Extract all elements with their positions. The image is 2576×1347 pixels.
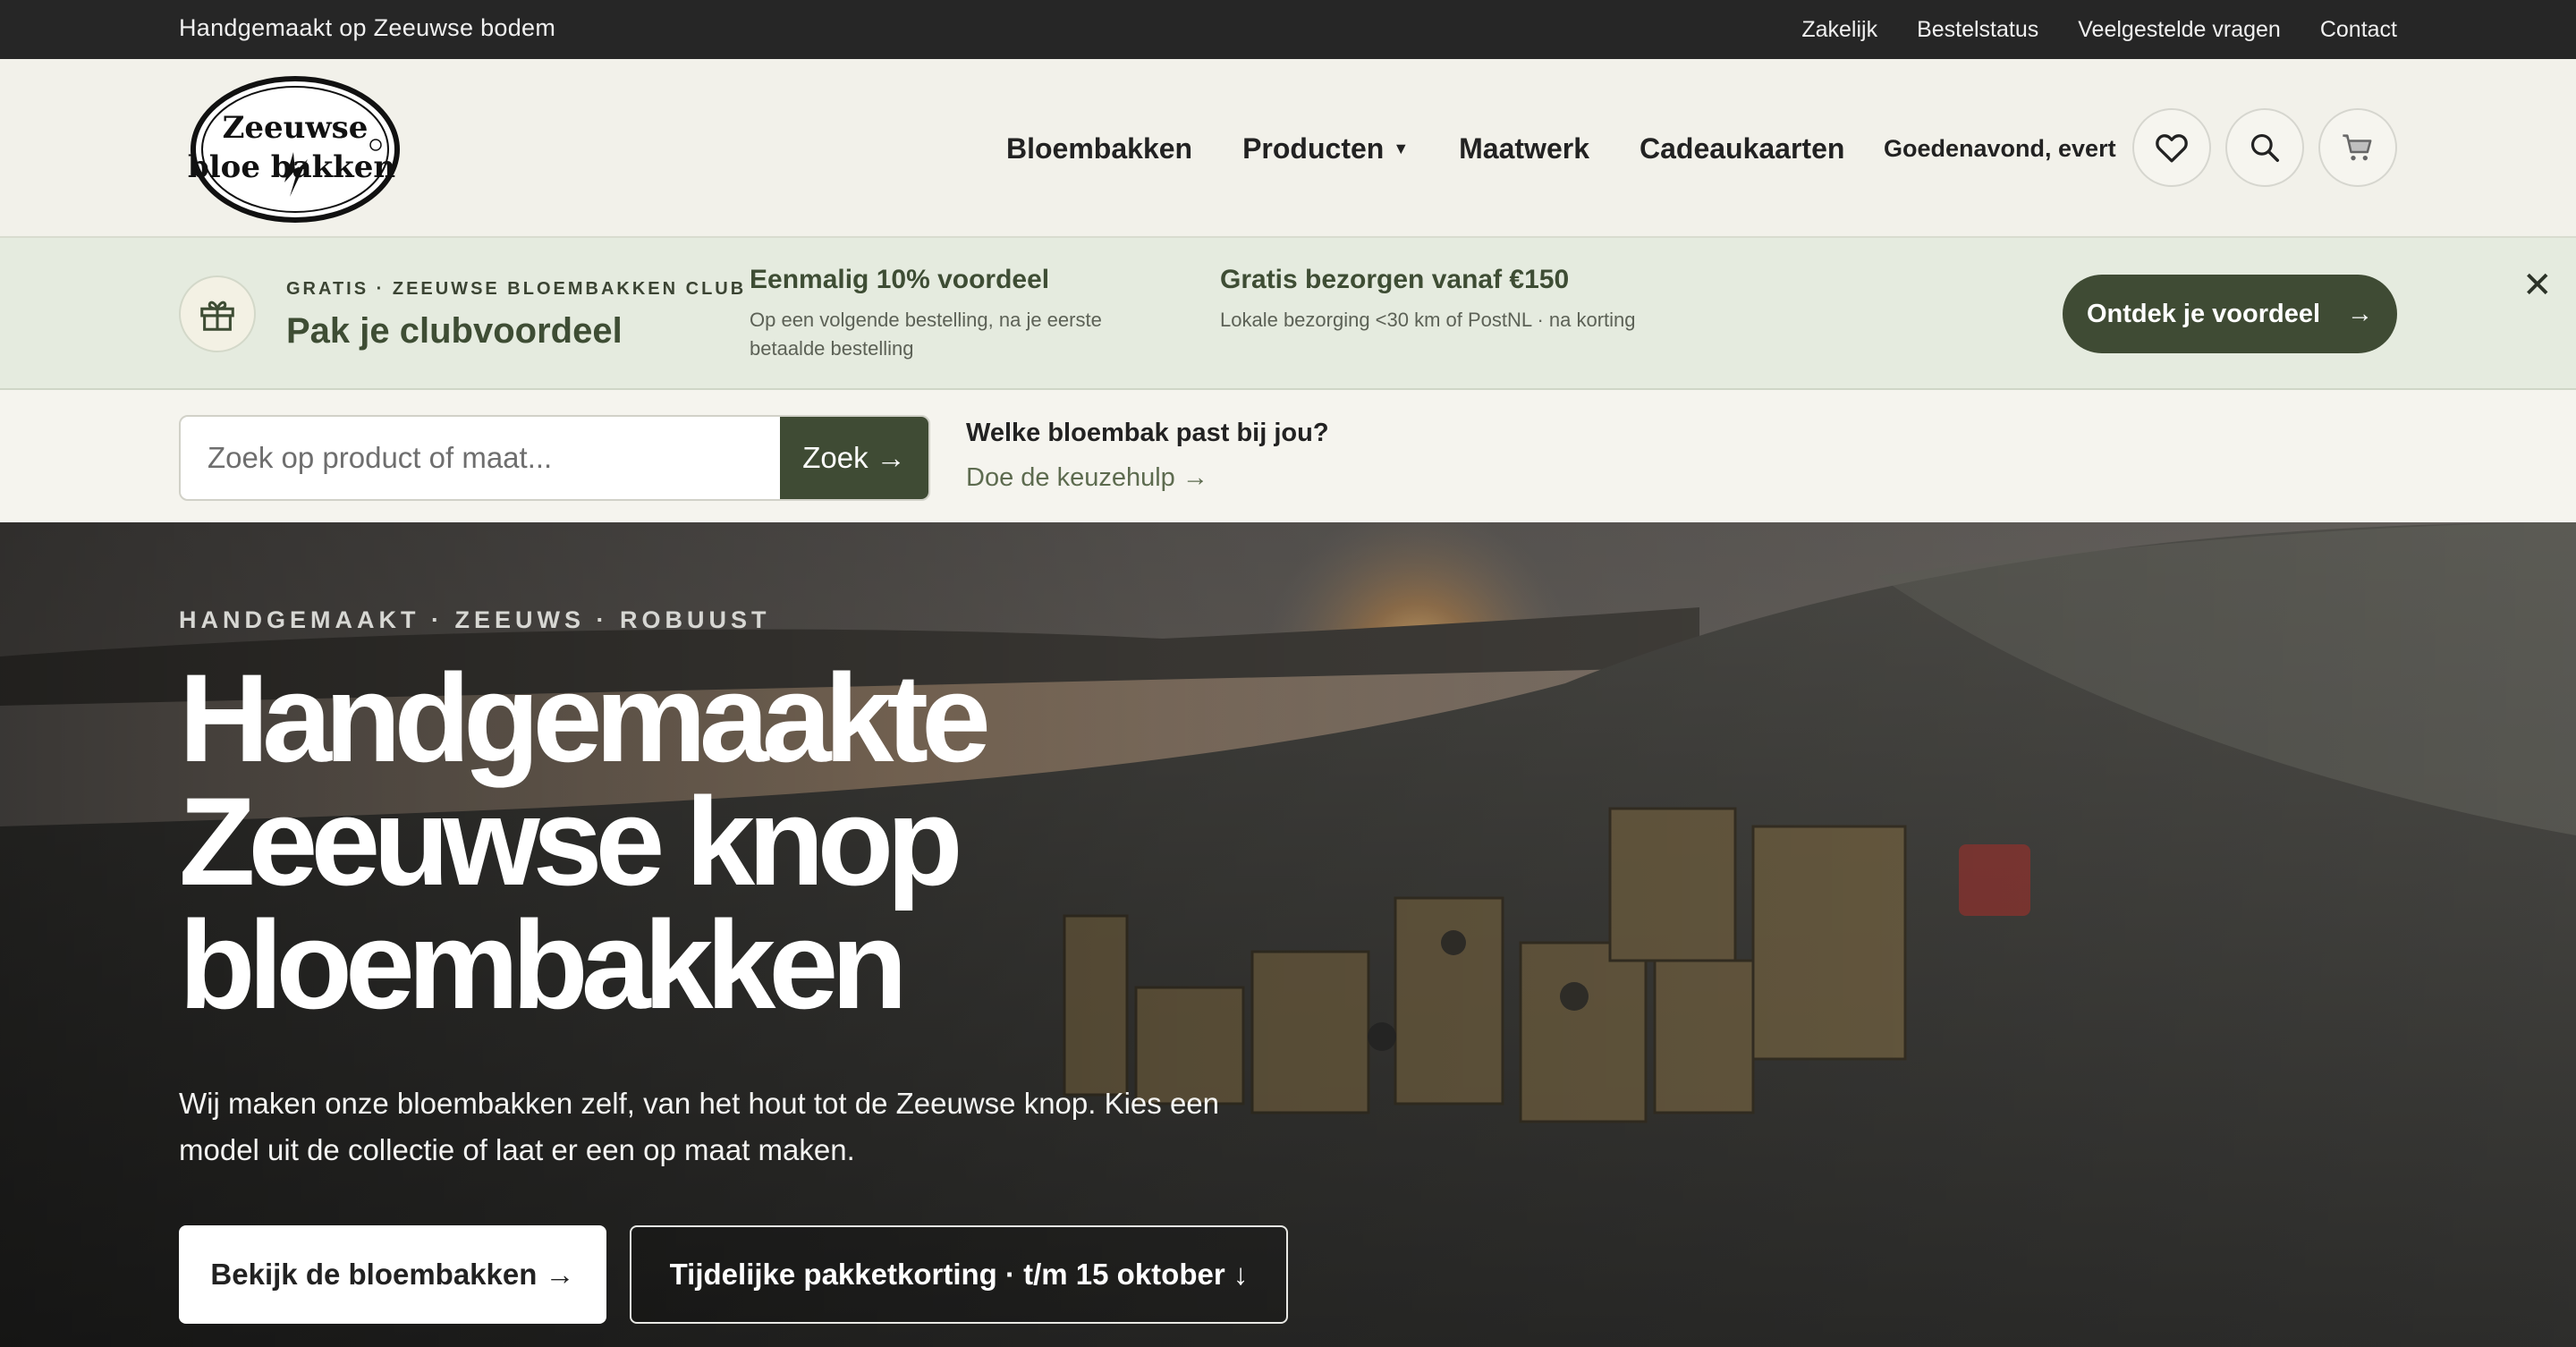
club-cta-label: Ontdek je voordeel bbox=[2086, 299, 2321, 328]
hero-title-line: bloembakken bbox=[179, 894, 908, 1035]
topbar-link-faq[interactable]: Veelgestelde vragen bbox=[2078, 17, 2281, 43]
arrow-right-icon: → bbox=[2347, 299, 2374, 328]
nav-producten[interactable]: Producten ▼ bbox=[1242, 132, 1409, 165]
quiz-question: Welke bloembak past bij jou? bbox=[966, 419, 1329, 447]
view-planters-button[interactable]: Bekijk de bloembakken → bbox=[179, 1225, 606, 1324]
benefit-description: Op een volgende bestelling, na je eerste… bbox=[750, 309, 1102, 360]
nav-cadeaukaarten-label: Cadeaukaarten bbox=[1639, 131, 1845, 165]
club-title: Pak je clubvoordeel bbox=[286, 311, 623, 351]
svg-text:Zeeuwse: Zeeuwse bbox=[223, 110, 369, 146]
hero-title: Handgemaakte Zeeuwse knop bloembakken bbox=[179, 648, 1342, 1035]
gift-icon-wrapper bbox=[179, 275, 256, 352]
hero-title-line: Zeeuwse knop bbox=[179, 771, 963, 911]
search-input[interactable]: Zoek op product of maat... bbox=[208, 417, 552, 499]
main-nav: Bloembakken Producten ▼ Maatwerk Cadeauka… bbox=[1006, 59, 1844, 238]
benefit-title: Gratis bezorgen vanaf €150 bbox=[1220, 265, 1570, 294]
cart-icon bbox=[2343, 134, 2372, 161]
hero-title-line: Handgemaakte bbox=[179, 648, 991, 788]
cart-button[interactable] bbox=[2318, 108, 2397, 187]
club-kicker: GRATIS · ZEEUWSE BLOEMBAKKEN CLUB bbox=[286, 279, 747, 299]
nav-bloembakken[interactable]: Bloembakken bbox=[1006, 132, 1192, 165]
nav-bloembakken-label: Bloembakken bbox=[1006, 131, 1193, 165]
topbar-link-contact[interactable]: Contact bbox=[2320, 17, 2397, 43]
club-benefit-discount: Eenmalig 10% voordeel Op een volgende be… bbox=[750, 265, 1170, 363]
benefit-title: Eenmalig 10% voordeel bbox=[750, 265, 1050, 294]
benefit-description: Lokale bezorging <30 km of PostNL · na k… bbox=[1220, 309, 1636, 331]
wishlist-button[interactable] bbox=[2132, 108, 2211, 187]
search-icon bbox=[2250, 133, 2279, 162]
topbar-links: Zakelijk Bestelstatus Veelgestelde vrage… bbox=[1801, 0, 2397, 59]
club-cta-button[interactable]: Ontdek je voordeel → bbox=[2063, 275, 2397, 353]
search-row: Zoek op product of maat... Zoek → Welke … bbox=[0, 390, 2576, 522]
package-discount-button[interactable]: Tijdelijke pakketkorting · t/m 15 oktobe… bbox=[630, 1225, 1288, 1324]
gift-icon bbox=[200, 301, 234, 331]
site-header: Zeeuwse bloe bakken Bloembakken Producte… bbox=[0, 59, 2576, 238]
hero-kicker: HANDGEMAAKT · ZEEUWS · ROBUUST bbox=[179, 606, 771, 633]
quiz-link[interactable]: Doe de keuzehulp → bbox=[966, 463, 1208, 493]
nav-producten-label: Producten bbox=[1242, 131, 1385, 165]
topbar-link-zakelijk[interactable]: Zakelijk bbox=[1801, 17, 1877, 43]
nav-maatwerk-label: Maatwerk bbox=[1459, 131, 1589, 165]
nav-cadeaukaarten[interactable]: Cadeaukaarten bbox=[1640, 132, 1844, 165]
caret-down-icon: ▼ bbox=[1393, 139, 1410, 157]
club-banner: GRATIS · ZEEUWSE BLOEMBAKKEN CLUB Pak je… bbox=[0, 238, 2576, 390]
site-logo[interactable]: Zeeuwse bloe bakken bbox=[188, 73, 402, 225]
search-submit-button[interactable]: Zoek → bbox=[780, 417, 928, 499]
user-greeting[interactable]: Goedenavond, evert bbox=[1884, 59, 2116, 238]
close-icon[interactable]: ✕ bbox=[2522, 265, 2553, 306]
search-button[interactable] bbox=[2225, 108, 2304, 187]
heart-icon bbox=[2156, 134, 2188, 163]
nav-maatwerk[interactable]: Maatwerk bbox=[1459, 132, 1589, 165]
topbar-tagline: Handgemaakt op Zeeuwse bodem bbox=[179, 14, 556, 41]
club-benefit-shipping: Gratis bezorgen vanaf €150 Lokale bezorg… bbox=[1220, 265, 1640, 335]
topbar-link-bestelstatus[interactable]: Bestelstatus bbox=[1917, 17, 2038, 43]
hero-section: HANDGEMAAKT · ZEEUWS · ROBUUST Handgemaa… bbox=[0, 522, 2576, 1347]
product-search: Zoek op product of maat... Zoek → bbox=[179, 415, 930, 501]
hero-description: Wij maken onze bloembakken zelf, van het… bbox=[179, 1087, 1220, 1166]
top-bar: Handgemaakt op Zeeuwse bodem Zakelijk Be… bbox=[0, 0, 2576, 59]
